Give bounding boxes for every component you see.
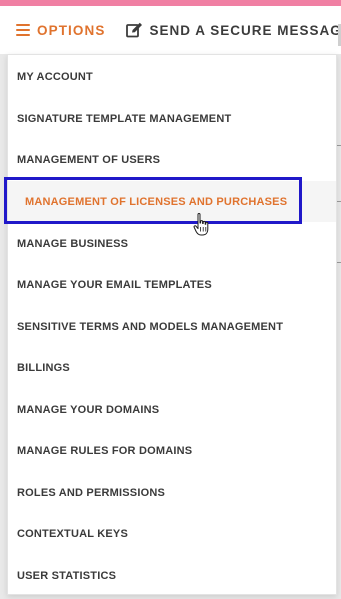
- menu-item-label: MANAGE YOUR EMAIL TEMPLATES: [17, 278, 212, 291]
- menu-item-manage-business[interactable]: MANAGE BUSINESS: [8, 223, 336, 264]
- options-label: OPTIONS: [37, 22, 106, 38]
- menu-item-label: SENSITIVE TERMS AND MODELS MANAGEMENT: [17, 320, 284, 333]
- menu-item-label: MANAGE YOUR DOMAINS: [17, 403, 160, 416]
- menu-item-contextual-keys[interactable]: CONTEXTUAL KEYS: [8, 513, 336, 554]
- menu-item-label: MY ACCOUNT: [17, 70, 93, 83]
- menu-item-label: USER STATISTICS: [17, 569, 117, 582]
- menu-item-label: MANAGEMENT OF LICENSES AND PURCHASES: [25, 195, 288, 208]
- menu-item-manage-email-templates[interactable]: MANAGE YOUR EMAIL TEMPLATES: [8, 264, 336, 305]
- menu-item-roles-and-permissions[interactable]: ROLES AND PERMISSIONS: [8, 472, 336, 513]
- toolbar: OPTIONS SEND A SECURE MESSAGE: [0, 6, 341, 54]
- menu-item-billings[interactable]: BILLINGS: [8, 347, 336, 388]
- menu-item-label: BILLINGS: [17, 361, 70, 374]
- background-divider: [337, 201, 341, 202]
- send-secure-message-button[interactable]: SEND A SECURE MESSAGE: [126, 6, 341, 54]
- menu-item-manage-rules-for-domains[interactable]: MANAGE RULES FOR DOMAINS: [8, 430, 336, 471]
- send-secure-message-label: SEND A SECURE MESSAGE: [149, 22, 341, 38]
- menu-item-management-of-licenses-and-purchases[interactable]: MANAGEMENT OF LICENSES AND PURCHASES: [8, 181, 336, 222]
- menu-item-label: MANAGEMENT OF USERS: [17, 153, 161, 166]
- menu-item-sensitive-terms-and-models[interactable]: SENSITIVE TERMS AND MODELS MANAGEMENT: [8, 306, 336, 347]
- background-divider: [337, 262, 341, 263]
- background-divider: [337, 145, 341, 146]
- menu-item-manage-domains[interactable]: MANAGE YOUR DOMAINS: [8, 389, 336, 430]
- edit-icon: [126, 22, 143, 38]
- menu-item-label: MANAGE RULES FOR DOMAINS: [17, 444, 193, 457]
- hand-pointer-icon: [193, 213, 209, 236]
- menu-item-management-of-users[interactable]: MANAGEMENT OF USERS: [8, 139, 336, 180]
- menu-item-label: CONTEXTUAL KEYS: [17, 527, 128, 540]
- menu-item-user-statistics[interactable]: USER STATISTICS: [8, 555, 336, 596]
- options-button[interactable]: OPTIONS: [0, 6, 105, 54]
- menu-item-label: MANAGE BUSINESS: [17, 237, 129, 250]
- menu-item-signature-template-management[interactable]: SIGNATURE TEMPLATE MANAGEMENT: [8, 98, 336, 139]
- menu-item-my-account[interactable]: MY ACCOUNT: [8, 56, 336, 97]
- menu-item-label: SIGNATURE TEMPLATE MANAGEMENT: [17, 112, 232, 125]
- hamburger-menu-icon: [16, 24, 30, 36]
- options-dropdown-menu: MY ACCOUNT SIGNATURE TEMPLATE MANAGEMENT…: [7, 54, 337, 595]
- menu-item-label: ROLES AND PERMISSIONS: [17, 486, 166, 499]
